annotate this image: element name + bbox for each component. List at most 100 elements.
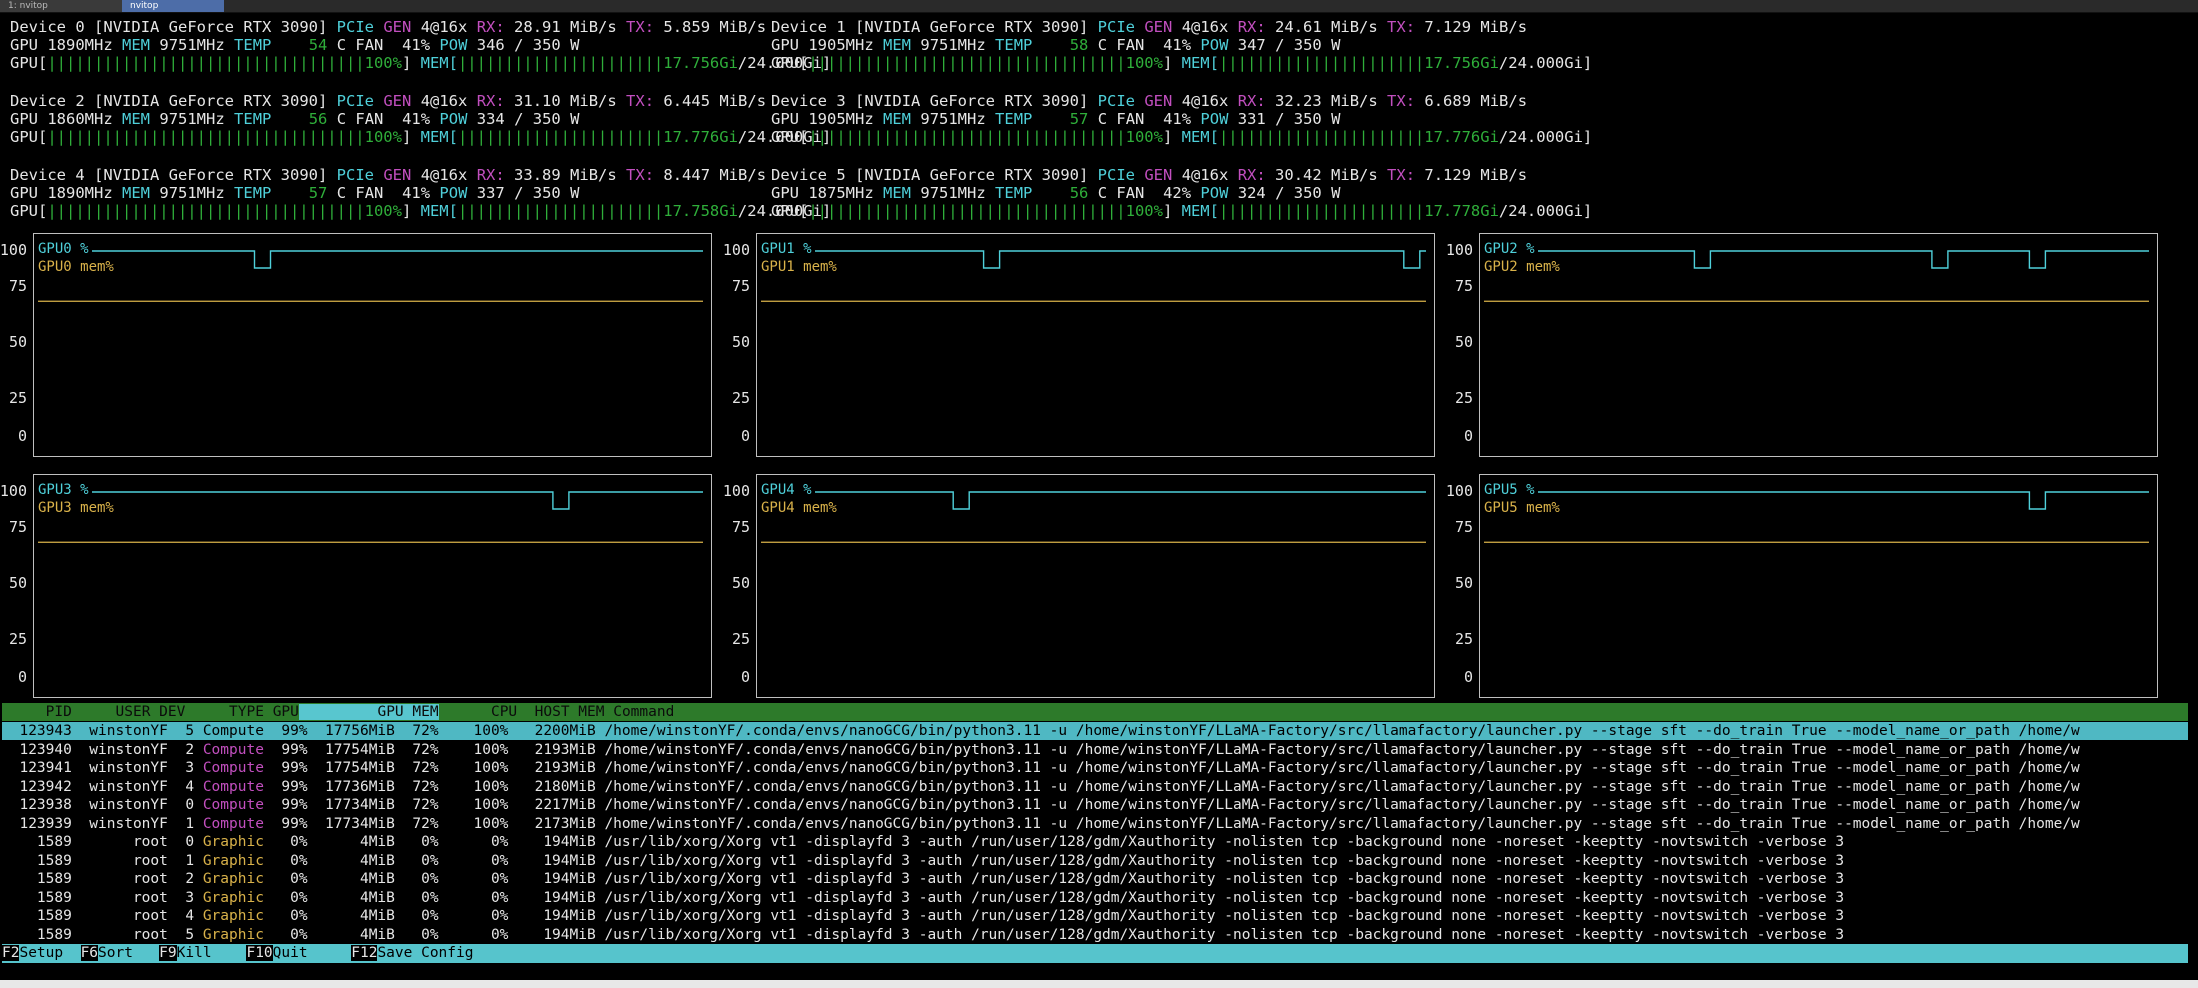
gpu4-ytick-50: 50 xyxy=(731,574,750,592)
gpu0-ytick-25: 25 xyxy=(8,389,27,407)
gpu5-ytick-0: 0 xyxy=(1463,668,1473,686)
col-dev-label[interactable]: DEV xyxy=(159,704,185,720)
device-5-temp: TEMP xyxy=(995,184,1033,202)
device-0-temp: TEMP xyxy=(234,36,272,54)
table-row[interactable]: 123938 winstonYF 0 Compute 99% 17734MiB … xyxy=(2,796,2188,814)
col-gpumem-label[interactable]: GPU MEM xyxy=(377,704,439,720)
device-0-tx: 5.859 MiB/s xyxy=(663,18,767,36)
col-type-label[interactable]: TYPE xyxy=(229,704,264,720)
device-1-line-1: Device 1 [NVIDIA GeForce RTX 3090] PCIe … xyxy=(771,18,1527,36)
table-row[interactable]: 1589 root 2 Graphic 0% 4MiB 0% 0% 194MiB… xyxy=(2,870,2188,888)
device-0-line-1: Device 0 [NVIDIA GeForce RTX 3090] PCIe … xyxy=(10,18,766,36)
device-4-line-2: GPU 1890MHz MEM 9751MHz TEMP 57 C FAN 41… xyxy=(10,184,579,202)
terminal-tab-1[interactable]: 1: nvitop xyxy=(0,0,132,12)
device-1-temp: TEMP xyxy=(995,36,1033,54)
device-3-fan: FAN xyxy=(1116,110,1145,128)
gpu0-util-legend: GPU0 % xyxy=(38,241,89,257)
gpu5-ytick-75: 75 xyxy=(1454,518,1473,536)
device-0-mem-open: MEM[ xyxy=(420,54,458,72)
device-2-mem-open: MEM[ xyxy=(420,128,458,146)
device-3-line-2: GPU 1905MHz MEM 9751MHz TEMP 57 C FAN 41… xyxy=(771,110,1340,128)
gpu3-ytick-100: 100 xyxy=(0,482,27,500)
device-1-gpu-bar: |||||||||||||||||||||||||||||||||| xyxy=(808,54,1126,72)
device-0-mem-used: 17.756Gi xyxy=(663,54,738,72)
device-4-mem-clk: 9751MHz xyxy=(159,184,225,202)
device-2-temp: 56 xyxy=(308,110,328,128)
device-4-fan: FAN xyxy=(355,184,384,202)
device-3-gpu-open: GPU[ xyxy=(771,128,809,146)
device-1-gpu-clk: 1905MHz xyxy=(808,36,874,54)
row-dev: 5 xyxy=(176,723,195,739)
gpu4-ytick-100: 100 xyxy=(722,482,750,500)
device-4-temp: TEMP xyxy=(234,184,272,202)
gpu1-ytick-100: 100 xyxy=(722,241,750,259)
col-pid-label[interactable]: PID xyxy=(46,704,72,720)
gpu2-util-legend: GPU2 % xyxy=(1484,241,1535,257)
row-gpu-mem-pct: 72% xyxy=(403,741,439,758)
device-1-tx: TX: xyxy=(1387,18,1416,36)
device-5-temp: 56 xyxy=(1069,184,1089,202)
device-4-gpu-open: GPU[ xyxy=(10,202,48,220)
col-hostmem-label[interactable]: HOST MEM xyxy=(535,704,605,720)
col-command-label[interactable]: Command xyxy=(613,704,674,720)
gpu4-util-legend: GPU4 % xyxy=(761,482,812,498)
device-0-rx: 28.91 MiB/s xyxy=(514,18,617,36)
device-4-line-1: Device 4 [NVIDIA GeForce RTX 3090] PCIe … xyxy=(10,166,766,184)
device-3-pow: 331 / 350 W xyxy=(1237,110,1341,128)
table-row[interactable]: 123943 winstonYF 5 Compute 99% 17756MiB … xyxy=(2,722,2188,740)
device-5-id: 5 xyxy=(836,166,846,184)
row-dev: 5 xyxy=(176,926,195,943)
device-2-gpu-util: 100% xyxy=(364,128,402,146)
terminal-tab-2[interactable]: nvitop xyxy=(122,0,224,12)
device-5-mem-clk: 9751MHz xyxy=(920,184,986,202)
table-row[interactable]: 123941 winstonYF 3 Compute 99% 17754MiB … xyxy=(2,759,2188,777)
gpu5-ytick-100: 100 xyxy=(1445,482,1473,500)
table-row[interactable]: 1589 root 3 Graphic 0% 4MiB 0% 0% 194MiB… xyxy=(2,889,2188,907)
row-host-mem: 2180MiB xyxy=(517,778,596,795)
gpu2-mem-legend: GPU2 mem% xyxy=(1484,259,1560,275)
device-5-gen: GEN xyxy=(1144,166,1173,184)
device-2-gen: GEN xyxy=(383,92,412,110)
row-user: winstonYF xyxy=(80,778,168,795)
device-0-gen: GEN xyxy=(383,18,412,36)
footer-quit-button[interactable]: Quit xyxy=(273,945,352,961)
table-row[interactable]: 123939 winstonYF 1 Compute 99% 17734MiB … xyxy=(2,815,2188,833)
row-gpu-mem: 17754MiB xyxy=(316,760,395,776)
device-2-mem-clk: 9751MHz xyxy=(159,110,225,128)
col-gpu-label[interactable]: GPU xyxy=(273,704,299,720)
table-row[interactable]: 1589 root 0 Graphic 0% 4MiB 0% 0% 194MiB… xyxy=(2,833,2188,851)
row-user: winstonYF xyxy=(80,815,168,832)
gpu4-ytick-75: 75 xyxy=(731,518,750,536)
row-gpu: 99% xyxy=(272,741,308,758)
col-user-label[interactable]: USER xyxy=(116,704,151,720)
table-row[interactable]: 1589 root 1 Graphic 0% 4MiB 0% 0% 194MiB… xyxy=(2,852,2188,870)
gpu1-ytick-50: 50 xyxy=(731,333,750,351)
footer-save-config-button[interactable]: Save Config xyxy=(377,945,473,961)
row-type: Graphic xyxy=(202,908,264,924)
device-5-gpu-clk: 1875MHz xyxy=(808,184,874,202)
device-1-rx: RX: xyxy=(1237,18,1266,36)
row-gpu-mem-pct: 72% xyxy=(403,797,439,813)
device-1-mem-used: 17.756Gi xyxy=(1424,54,1499,72)
device-2-gpu-open: GPU[ xyxy=(10,128,48,146)
device-0-gpu-open: GPU[ xyxy=(10,54,48,72)
device-2-gpu: GPU xyxy=(10,110,38,128)
footer-setup-button[interactable]: Setup xyxy=(19,945,80,961)
process-table-header[interactable]: PID USER DEV TYPE GPU GPU MEM CPU HOST M… xyxy=(2,703,2188,721)
row-command: /usr/lib/xorg/Xorg vt1 -displayfd 3 -aut… xyxy=(604,889,1845,906)
footer-sort-button[interactable]: Sort xyxy=(98,945,159,961)
row-gpu-mem: 4MiB xyxy=(316,926,395,943)
col-cpu-label[interactable]: CPU xyxy=(491,704,517,720)
device-5-rx: RX: xyxy=(1237,166,1266,184)
gpu2-ytick-75: 75 xyxy=(1454,277,1473,295)
row-user: root xyxy=(80,908,168,924)
table-row[interactable]: 123940 winstonYF 2 Compute 99% 17754MiB … xyxy=(2,741,2188,759)
table-row[interactable]: 1589 root 4 Graphic 0% 4MiB 0% 0% 194MiB… xyxy=(2,907,2188,925)
footer-kill-button[interactable]: Kill xyxy=(177,945,247,961)
table-row[interactable]: 123942 winstonYF 4 Compute 99% 17736MiB … xyxy=(2,778,2188,796)
device-0-id: 0 xyxy=(75,18,85,36)
col-pid[interactable] xyxy=(2,704,46,720)
row-gpu-mem: 17756MiB xyxy=(316,723,395,739)
table-row[interactable]: 1589 root 5 Graphic 0% 4MiB 0% 0% 194MiB… xyxy=(2,926,2188,944)
device-1-id: 1 xyxy=(836,18,846,36)
